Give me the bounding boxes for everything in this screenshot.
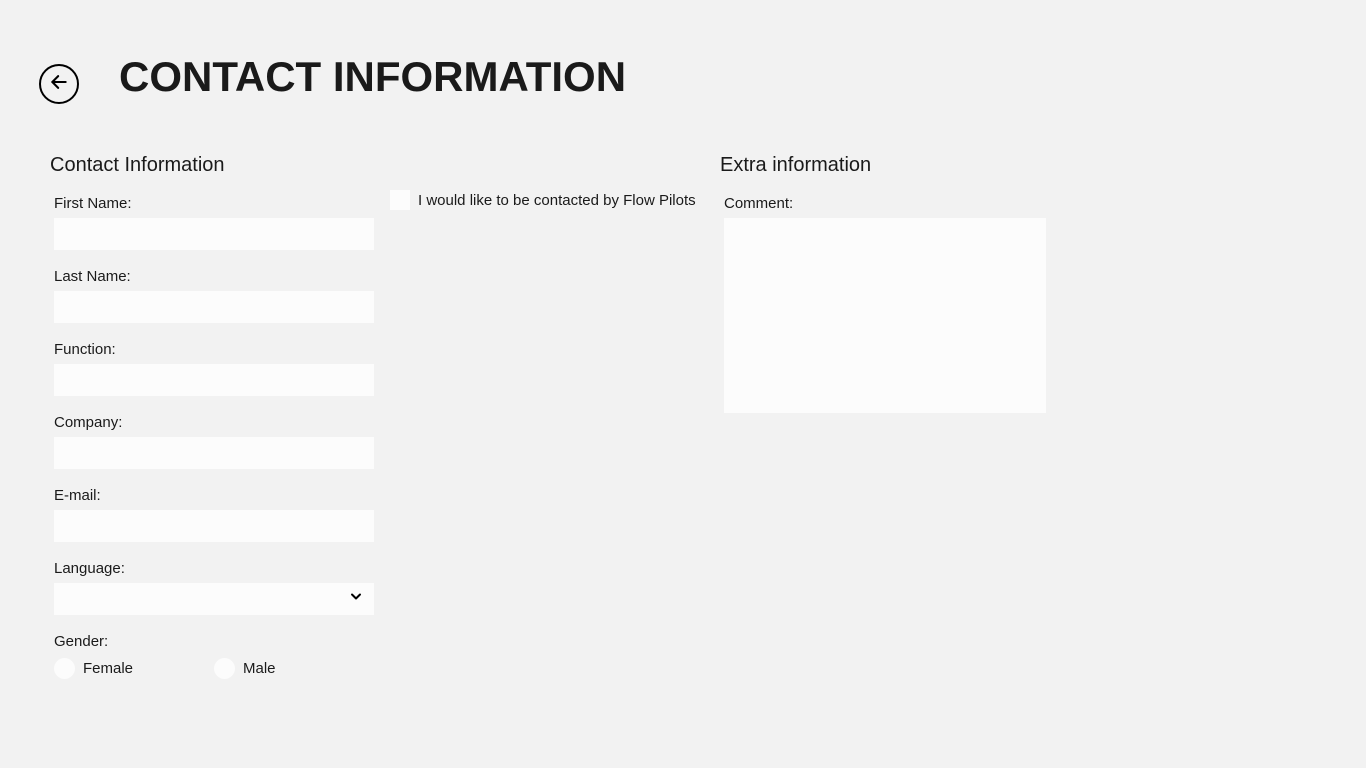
consent-checkbox-row[interactable]: I would like to be contacted by Flow Pil… — [390, 190, 720, 210]
function-input[interactable] — [54, 364, 374, 396]
back-button[interactable] — [39, 64, 79, 104]
email-field: E-mail: — [50, 487, 390, 542]
last-name-label: Last Name: — [54, 268, 390, 285]
contact-section-title: Contact Information — [50, 154, 390, 177]
gender-radio-group: Female Male — [54, 656, 390, 679]
page-header: CONTACT INFORMATION — [0, 0, 1366, 104]
consent-column: I would like to be contacted by Flow Pil… — [390, 154, 720, 697]
contact-column: Contact Information First Name: Last Nam… — [50, 154, 390, 697]
radio-icon — [54, 658, 75, 679]
function-label: Function: — [54, 341, 390, 358]
gender-male-radio[interactable]: Male — [214, 658, 374, 679]
company-input[interactable] — [54, 437, 374, 469]
first-name-label: First Name: — [54, 195, 390, 212]
first-name-input[interactable] — [54, 218, 374, 250]
gender-female-radio[interactable]: Female — [54, 658, 214, 679]
comment-label: Comment: — [724, 195, 1090, 212]
company-field: Company: — [50, 414, 390, 469]
extra-section-title: Extra information — [720, 154, 1090, 177]
language-field: Language: — [50, 560, 390, 615]
company-label: Company: — [54, 414, 390, 431]
page-title: CONTACT INFORMATION — [119, 53, 626, 101]
radio-icon — [214, 658, 235, 679]
language-select[interactable] — [54, 583, 374, 615]
language-label: Language: — [54, 560, 390, 577]
gender-male-label: Male — [243, 660, 276, 677]
comment-textarea[interactable] — [724, 218, 1046, 413]
last-name-field: Last Name: — [50, 268, 390, 323]
consent-label: I would like to be contacted by Flow Pil… — [418, 192, 696, 209]
checkbox-icon — [390, 190, 410, 210]
last-name-input[interactable] — [54, 291, 374, 323]
email-input[interactable] — [54, 510, 374, 542]
comment-field: Comment: — [720, 195, 1090, 418]
function-field: Function: — [50, 341, 390, 396]
gender-label: Gender: — [54, 633, 390, 650]
chevron-down-icon — [348, 589, 364, 610]
gender-field: Gender: Female Male — [50, 633, 390, 679]
form-content: Contact Information First Name: Last Nam… — [0, 104, 1366, 697]
first-name-field: First Name: — [50, 195, 390, 250]
arrow-left-icon — [49, 72, 69, 97]
email-label: E-mail: — [54, 487, 390, 504]
gender-female-label: Female — [83, 660, 133, 677]
extra-column: Extra information Comment: — [720, 154, 1090, 697]
